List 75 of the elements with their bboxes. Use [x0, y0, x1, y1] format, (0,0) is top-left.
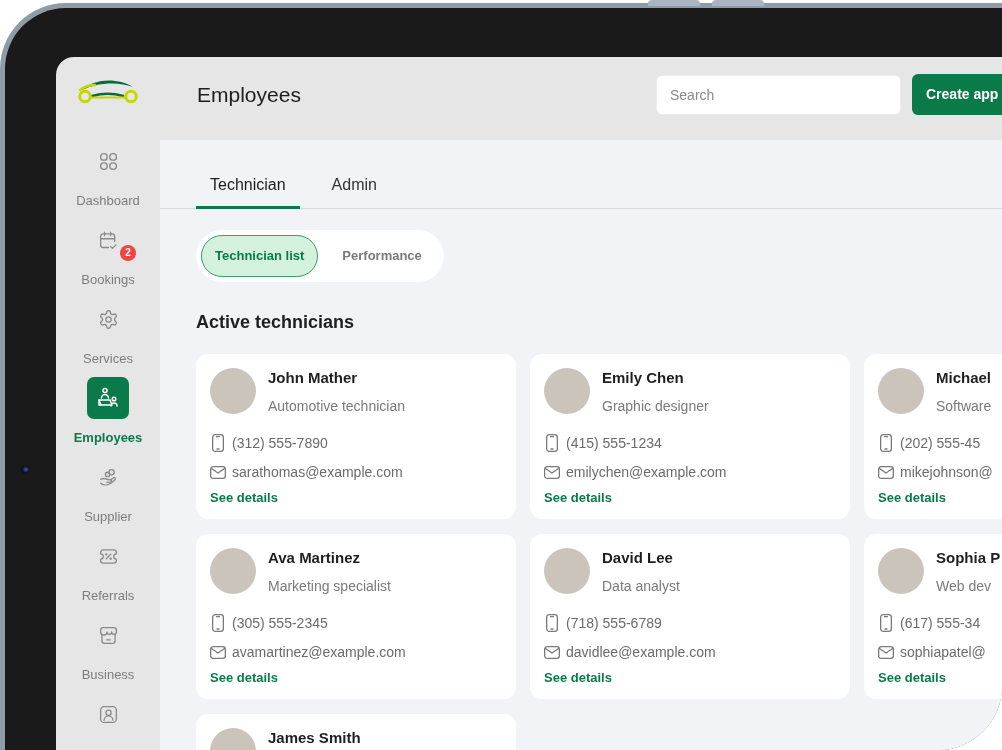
- mail-icon: [210, 645, 226, 659]
- tab[interactable]: Technician: [196, 164, 300, 209]
- sidebar-item[interactable]: 2 Bookings: [56, 219, 160, 288]
- technician-name: David Lee: [602, 548, 674, 568]
- phone-number: (718) 555-6789: [566, 614, 662, 633]
- person-laptop-icon: [87, 377, 129, 419]
- see-details-link[interactable]: See details: [210, 489, 278, 507]
- phone-icon: [880, 614, 892, 632]
- technician-role: Marketing specialist: [268, 577, 391, 596]
- technician-role: Data analyst: [602, 577, 680, 596]
- sidebar-item[interactable]: Referrals: [56, 535, 160, 604]
- technician-name: John Mather: [268, 368, 359, 388]
- see-details-link[interactable]: See details: [878, 669, 946, 687]
- email-address: avamartinez@example.com: [232, 643, 406, 662]
- mail-icon: [544, 465, 560, 479]
- mail-icon: [544, 645, 560, 659]
- mail-icon: [878, 645, 894, 659]
- grid-icon: [97, 150, 119, 172]
- email-address: emilychen@example.com: [566, 463, 727, 482]
- sidebar-item[interactable]: Employees: [56, 377, 160, 446]
- avatar-placeholder: [544, 368, 590, 414]
- technician-name: Ava Martinez: [268, 548, 361, 568]
- sidebar-item[interactable]: Business: [56, 614, 160, 683]
- sidebar-item[interactable]: Supplier: [56, 456, 160, 525]
- see-details-link[interactable]: See details: [878, 489, 946, 507]
- calendar-check-icon: [97, 229, 119, 251]
- page-title: Employees: [197, 81, 301, 108]
- tab[interactable]: Admin: [317, 164, 391, 209]
- section-heading: Active technicians: [196, 311, 356, 334]
- phone-number: (415) 555-1234: [566, 434, 662, 453]
- email-address: davidlee@example.com: [566, 643, 716, 662]
- technician-name: Michael: [936, 368, 992, 388]
- hand-coins-icon: [97, 466, 119, 488]
- technician-name: James Smith: [268, 728, 361, 748]
- mail-icon: [210, 465, 226, 479]
- email-address: mikejohnson@: [900, 463, 993, 482]
- avatar-placeholder: [544, 548, 590, 594]
- sidebar-item[interactable]: Services: [56, 298, 160, 367]
- technician-role: Graphic designer: [602, 397, 709, 416]
- phone-number: (312) 555-7890: [232, 434, 328, 453]
- search-field[interactable]: Search: [656, 74, 901, 115]
- avatar-placeholder: [878, 548, 924, 594]
- camera-lens-icon: [21, 465, 30, 474]
- create-button[interactable]: Create app: [912, 74, 1002, 115]
- avatar-placeholder: [210, 548, 256, 594]
- see-details-link[interactable]: See details: [544, 669, 612, 687]
- email-address: sarathomas@example.com: [232, 463, 403, 482]
- phone-icon: [880, 434, 892, 452]
- technician-role: Software: [936, 397, 992, 416]
- view-toggle-option[interactable]: Technician list: [201, 235, 319, 277]
- gear-icon: [97, 308, 119, 330]
- phone-icon: [546, 614, 558, 632]
- avatar-placeholder: [878, 368, 924, 414]
- email-address: sophiapatel@: [900, 643, 986, 662]
- notification-badge: 2: [120, 245, 136, 261]
- tablet-edge-bump: [648, 0, 700, 6]
- technician-role: Automotive technician: [268, 397, 405, 416]
- user-square-icon: [97, 703, 119, 725]
- storefront-icon: [97, 624, 119, 646]
- sidebar-item[interactable]: Dashboard: [56, 140, 160, 209]
- phone-number: (202) 555-45: [900, 434, 981, 453]
- phone-number: (305) 555-2345: [232, 614, 328, 633]
- phone-number: (617) 555-34: [900, 614, 981, 633]
- phone-icon: [212, 434, 224, 452]
- technician-role: Web dev: [936, 577, 992, 596]
- avatar-placeholder: [210, 368, 256, 414]
- phone-icon: [212, 614, 224, 632]
- view-toggle-option[interactable]: Performance: [328, 235, 436, 277]
- technician-name: Emily Chen: [602, 368, 685, 388]
- see-details-link[interactable]: See details: [210, 669, 278, 687]
- phone-icon: [546, 434, 558, 452]
- technician-name: Sophia P: [936, 548, 1001, 568]
- mail-icon: [878, 465, 894, 479]
- tablet-edge-bump: [712, 0, 764, 6]
- see-details-link[interactable]: See details: [544, 489, 612, 507]
